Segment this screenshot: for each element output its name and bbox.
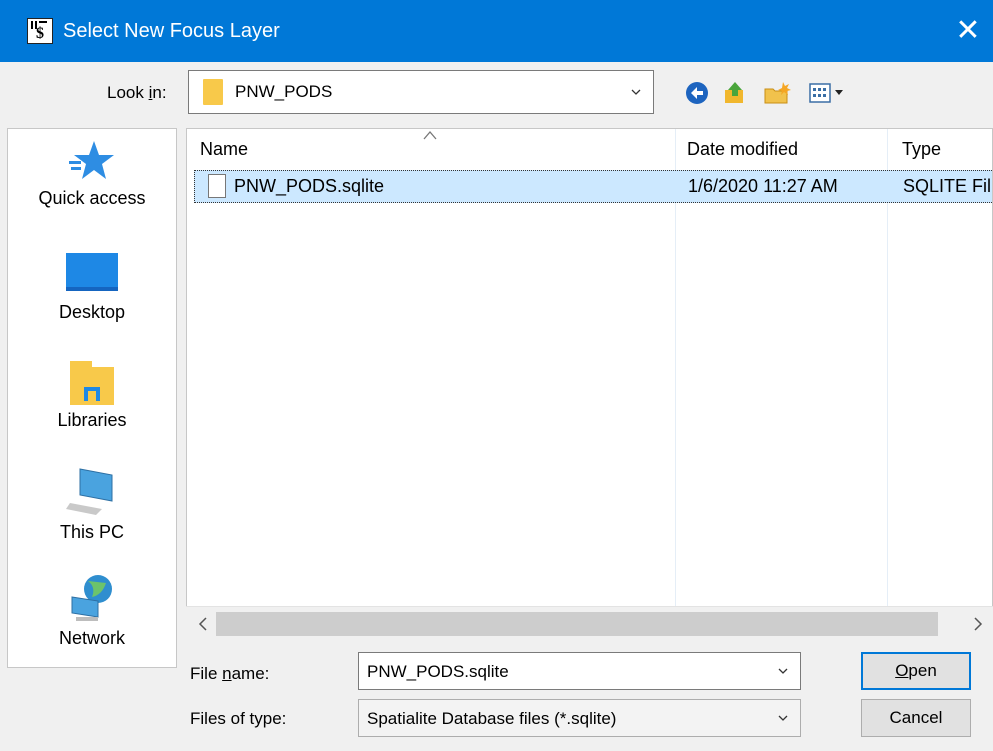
file-type: SQLITE Fil — [903, 176, 992, 196]
column-header-type[interactable]: Type — [902, 139, 941, 160]
column-divider[interactable] — [887, 129, 888, 639]
place-libraries[interactable]: Libraries — [8, 361, 176, 431]
file-name-value: PNW_PODS.sqlite — [367, 662, 509, 681]
column-header-date[interactable]: Date modified — [687, 139, 798, 160]
place-label: This PC — [59, 522, 124, 542]
horizontal-scrollbar[interactable] — [186, 606, 993, 640]
new-folder-icon[interactable] — [763, 80, 793, 106]
look-in-dropdown[interactable]: PNW_PODS — [188, 70, 654, 114]
file-name: PNW_PODS.sqlite — [234, 176, 385, 196]
places-bar: Quick access Desktop Libraries This PC N… — [7, 128, 177, 668]
window-title: Select New Focus Layer — [63, 20, 280, 42]
folder-icon — [203, 79, 223, 105]
place-label: Network — [58, 628, 125, 648]
file-icon — [208, 174, 226, 198]
scroll-right-icon[interactable] — [971, 615, 985, 633]
place-label: Desktop — [58, 302, 126, 322]
place-desktop[interactable]: Desktop — [8, 253, 176, 323]
libraries-icon — [70, 361, 114, 405]
place-quick-access[interactable]: Quick access — [8, 139, 176, 209]
scroll-thumb[interactable] — [216, 612, 938, 636]
column-divider[interactable] — [675, 129, 676, 639]
scroll-left-icon[interactable] — [196, 615, 210, 633]
chevron-down-icon[interactable] — [778, 713, 788, 723]
place-label: Libraries — [57, 410, 127, 430]
file-name-label: File name: — [190, 664, 270, 683]
open-button[interactable]: Open — [861, 652, 971, 690]
close-icon[interactable]: ✕ — [943, 0, 993, 62]
look-in-value: PNW_PODS — [235, 82, 333, 101]
look-in-label: Look in: — [107, 83, 167, 102]
files-of-type-dropdown[interactable]: Spatialite Database files (*.sqlite) — [358, 699, 801, 737]
computer-icon — [66, 468, 113, 515]
file-row[interactable]: PNW_PODS.sqlite 1/6/2020 11:27 AM SQLITE… — [194, 170, 992, 203]
back-icon[interactable] — [686, 82, 708, 104]
chevron-down-icon[interactable] — [778, 666, 788, 676]
place-network[interactable]: Network — [8, 573, 176, 649]
star-icon — [69, 141, 114, 179]
sort-ascending-icon[interactable] — [423, 129, 437, 141]
chevron-down-icon — [631, 89, 641, 95]
column-header-name[interactable]: Name — [200, 139, 248, 160]
cancel-button[interactable]: Cancel — [861, 699, 971, 737]
desktop-icon — [66, 253, 118, 291]
place-label: Quick access — [38, 188, 146, 208]
view-menu-icon[interactable] — [809, 82, 849, 104]
network-icon — [71, 575, 112, 621]
files-of-type-label: Files of type: — [190, 709, 287, 728]
files-of-type-value: Spatialite Database files (*.sqlite) — [367, 709, 617, 728]
app-icon: $ — [27, 18, 53, 44]
file-date: 1/6/2020 11:27 AM — [688, 176, 838, 196]
up-folder-icon[interactable] — [722, 80, 748, 106]
place-this-pc[interactable]: This PC — [8, 467, 176, 543]
file-name-input[interactable]: PNW_PODS.sqlite — [358, 652, 801, 690]
title-bar[interactable]: $ Select New Focus Layer ✕ — [0, 0, 993, 62]
file-list[interactable]: Name Date modified Type PNW_PODS.sqlite … — [186, 128, 993, 640]
